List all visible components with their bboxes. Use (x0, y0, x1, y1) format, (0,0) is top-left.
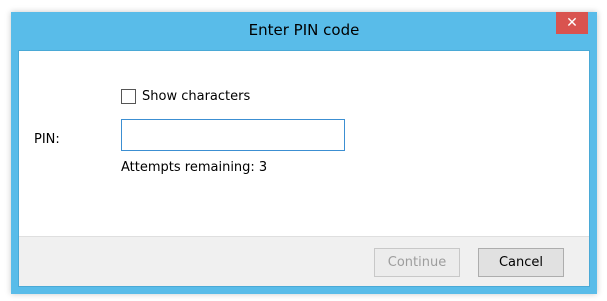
cancel-button[interactable]: Cancel (478, 248, 564, 277)
dialog-footer: Continue Cancel (19, 236, 589, 286)
dialog-content: Show characters PIN: Attempts remaining:… (18, 50, 590, 287)
show-characters-checkbox[interactable] (121, 89, 136, 104)
title-bar[interactable]: Enter PIN code ✕ (11, 12, 597, 50)
pin-input[interactable] (121, 119, 345, 151)
close-icon: ✕ (566, 15, 578, 31)
dialog-title: Enter PIN code (248, 21, 360, 39)
close-button[interactable]: ✕ (556, 12, 588, 34)
pin-label: PIN: (34, 132, 60, 147)
show-characters-option[interactable]: Show characters (121, 89, 250, 104)
pin-dialog: Enter PIN code ✕ Show characters PIN: At… (11, 12, 597, 294)
show-characters-label: Show characters (142, 89, 251, 104)
screen: Enter PIN code ✕ Show characters PIN: At… (0, 0, 607, 301)
continue-button[interactable]: Continue (374, 248, 460, 277)
attempts-remaining-text: Attempts remaining: 3 (121, 160, 268, 175)
